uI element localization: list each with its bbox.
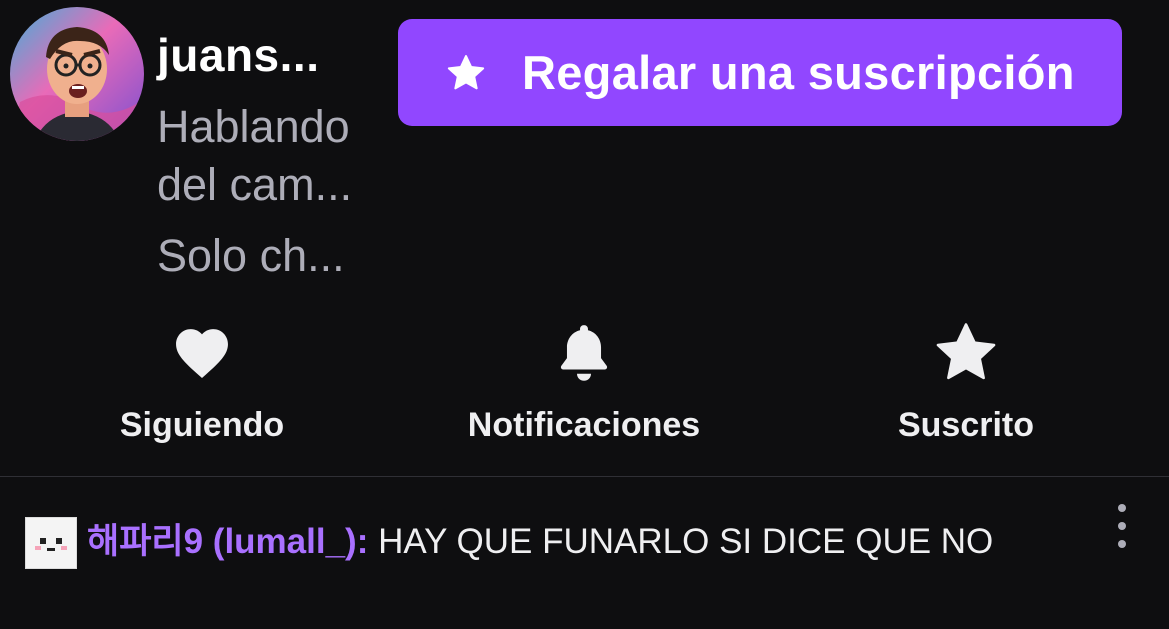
subscribed-button[interactable]: Suscrito [876, 320, 1056, 445]
stream-title: Hablando del cam... [157, 98, 397, 214]
stream-title-line-1: Hablando [157, 101, 350, 152]
notifications-button[interactable]: Notificaciones [444, 320, 724, 445]
star-icon [447, 54, 485, 89]
divider [0, 476, 1169, 477]
channel-avatar[interactable] [10, 7, 144, 141]
channel-name[interactable]: juans... [157, 28, 319, 82]
gift-subscription-button[interactable]: Regalar una suscripción [398, 19, 1122, 126]
subscribed-label: Suscrito [897, 406, 1035, 444]
more-vertical-icon[interactable] [1106, 504, 1138, 548]
star-icon [936, 323, 996, 380]
following-label: Siguiendo [119, 406, 285, 444]
bell-icon [560, 325, 608, 381]
face-icon [35, 538, 67, 551]
heart-icon [176, 329, 228, 378]
stream-title-line-2: del cam... [157, 159, 353, 210]
following-button[interactable]: Siguiendo [102, 320, 302, 445]
chat-username[interactable]: 해파리9 (lumall_): [87, 522, 368, 561]
chat-user-badge[interactable] [25, 517, 77, 569]
notifications-label: Notificaciones [467, 406, 701, 444]
chat-message-text: HAY QUE FUNARLO SI DICE QUE NO [368, 522, 994, 561]
channel-panel: juans... Hablando del cam... Solo ch... … [0, 0, 1169, 629]
chat-message: 해파리9 (lumall_): HAY QUE FUNARLO SI DICE … [87, 520, 993, 564]
stream-category[interactable]: Solo ch... [157, 227, 345, 285]
gift-subscription-label: Regalar una suscripción [522, 46, 1075, 99]
